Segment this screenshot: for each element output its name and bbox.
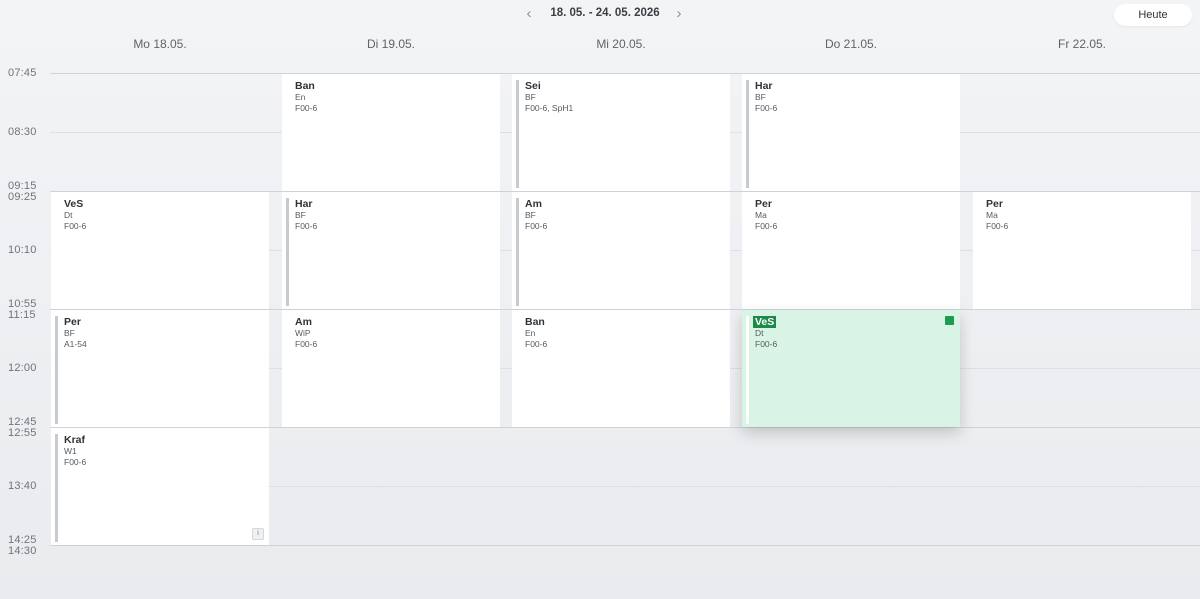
time-label: 13:40 <box>8 480 37 492</box>
lesson-card[interactable]: Per BF A1-54 <box>51 310 269 427</box>
lesson-card[interactable]: Sei BF F00-6, SpH1 <box>512 74 730 191</box>
time-label: 10:10 <box>8 244 37 256</box>
lesson-card[interactable]: Ban En F00-6 <box>512 310 730 427</box>
lesson-room: F00-6 <box>525 339 548 349</box>
lesson-class: WiP <box>295 328 311 338</box>
grid-line <box>50 545 1200 546</box>
lesson-marker <box>516 198 519 306</box>
lesson-class: BF <box>525 92 536 102</box>
week-navigation: ‹ 18. 05. - 24. 05. 2026 › Heute <box>0 0 1200 32</box>
lesson-card[interactable]: Har BF F00-6 <box>742 74 960 191</box>
chevron-left-icon[interactable]: ‹ <box>521 5 537 23</box>
lesson-subject: Ban <box>525 316 545 328</box>
lesson-subject: Har <box>755 80 773 92</box>
lesson-card[interactable]: Am WiP F00-6 <box>282 310 500 427</box>
time-label: 14:30 <box>8 545 37 557</box>
lesson-room: F00-6 <box>295 221 318 231</box>
chevron-right-icon[interactable]: › <box>671 5 687 23</box>
lesson-class: En <box>295 92 306 102</box>
lesson-subject: Sei <box>525 80 541 92</box>
lesson-room: F00-6 <box>64 457 87 467</box>
time-label: 12:00 <box>8 362 37 374</box>
lesson-subject: Am <box>295 316 312 328</box>
lesson-subject: Am <box>525 198 542 210</box>
lesson-marker <box>55 434 58 542</box>
lesson-room: F00-6 <box>295 339 318 349</box>
lesson-class: Dt <box>755 328 764 338</box>
lesson-subject: Har <box>295 198 313 210</box>
lesson-card[interactable]: Har BF F00-6 <box>282 192 500 309</box>
lesson-class: Dt <box>64 210 73 220</box>
lesson-class: BF <box>755 92 766 102</box>
lesson-subject: Ban <box>295 80 315 92</box>
day-header-thursday: Do 21.05. <box>824 37 878 51</box>
lesson-class: En <box>525 328 536 338</box>
today-button[interactable]: Heute <box>1114 4 1192 26</box>
lesson-room: F00-6 <box>295 103 318 113</box>
lesson-class: W1 <box>64 446 77 456</box>
day-header-wednesday: Mi 20.05. <box>596 37 646 51</box>
lesson-subject: Kraf <box>64 434 86 446</box>
time-label: 09:25 <box>8 191 37 203</box>
time-label: 07:45 <box>8 67 37 79</box>
lesson-card[interactable]: Per Ma F00-6 <box>973 192 1191 309</box>
lesson-class: Ma <box>755 210 767 220</box>
info-icon[interactable]: i <box>252 528 264 540</box>
lesson-card[interactable]: Am BF F00-6 <box>512 192 730 309</box>
day-header-tuesday: Di 19.05. <box>366 37 416 51</box>
lesson-class: BF <box>295 210 306 220</box>
lesson-room: F00-6, SpH1 <box>525 103 574 113</box>
lesson-subject: Per <box>986 198 1003 210</box>
lesson-marker <box>516 80 519 188</box>
lesson-card[interactable]: VeS Dt F00-6 <box>51 192 269 309</box>
lesson-room: A1-54 <box>64 339 87 349</box>
lesson-room: F00-6 <box>64 221 87 231</box>
week-range[interactable]: 18. 05. - 24. 05. 2026 <box>543 7 667 19</box>
lesson-subject: VeS <box>64 198 84 210</box>
lesson-marker <box>746 80 749 188</box>
lesson-class: Ma <box>986 210 998 220</box>
lesson-room: F00-6 <box>755 339 778 349</box>
lesson-marker <box>746 316 749 424</box>
time-label: 08:30 <box>8 126 37 138</box>
lesson-card-selected[interactable]: VeS Dt F00-6 <box>742 310 960 427</box>
status-indicator <box>945 316 954 325</box>
day-header-monday: Mo 18.05. <box>133 37 187 51</box>
lesson-room: F00-6 <box>525 221 548 231</box>
lesson-marker <box>286 198 289 306</box>
lesson-card[interactable]: Per Ma F00-6 <box>742 192 960 309</box>
lesson-room: F00-6 <box>755 103 778 113</box>
lesson-room: F00-6 <box>755 221 778 231</box>
time-label: 12:55 <box>8 427 37 439</box>
lesson-class: BF <box>525 210 536 220</box>
day-header-friday: Fr 22.05. <box>1057 37 1107 51</box>
lesson-subject: Per <box>755 198 772 210</box>
lesson-card[interactable]: Ban En F00-6 <box>282 74 500 191</box>
lesson-marker <box>55 316 58 424</box>
lesson-class: BF <box>64 328 75 338</box>
lesson-card[interactable]: Kraf W1 F00-6 i <box>51 428 269 545</box>
lesson-subject: Per <box>64 316 81 328</box>
time-label: 11:15 <box>8 309 36 321</box>
lesson-subject: VeS <box>753 316 777 328</box>
lesson-room: F00-6 <box>986 221 1009 231</box>
